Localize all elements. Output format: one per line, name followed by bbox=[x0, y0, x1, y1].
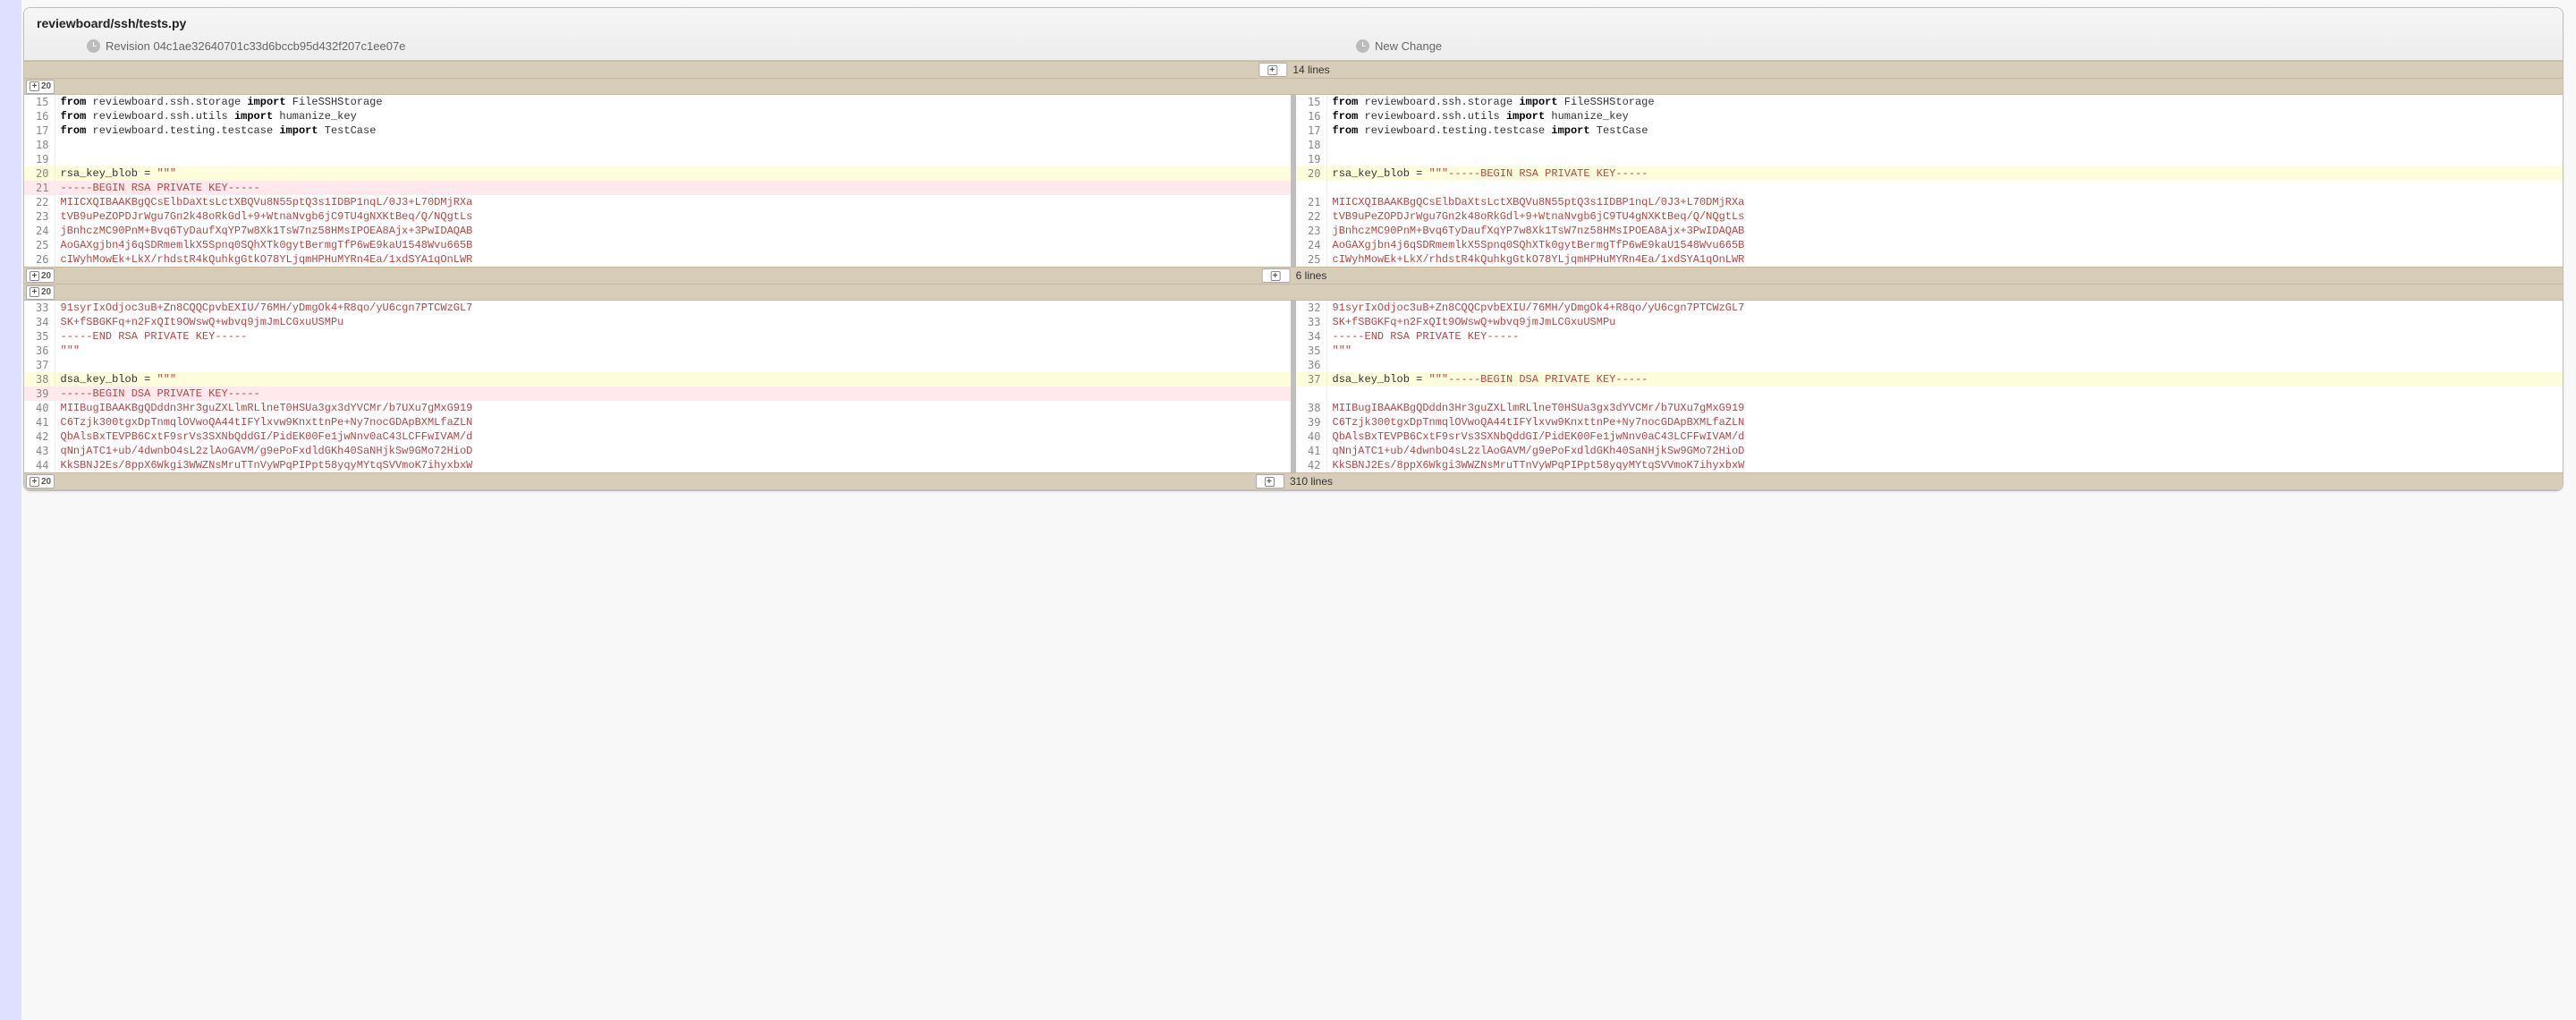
selection-strip bbox=[0, 0, 21, 1020]
diff-row: 17 from reviewboard.testing.testcase imp… bbox=[24, 123, 2563, 138]
file-path: reviewboard/ssh/tests.py bbox=[24, 8, 2563, 36]
collapsed-lines-count: 14 lines bbox=[1292, 64, 1329, 76]
collapsed-region: +20 + 310 lines bbox=[24, 472, 2563, 490]
diff-row: 3391syrIxOdjoc3uB+Zn8CQQCpvbEXIU/76MH/yD… bbox=[24, 301, 2563, 315]
diff-row: 35-----END RSA PRIVATE KEY-----34-----EN… bbox=[24, 329, 2563, 344]
expand-button[interactable]: + bbox=[1256, 474, 1284, 489]
diff-table: 15 from reviewboard.ssh.storage import F… bbox=[24, 95, 2563, 267]
expand-20-button[interactable]: +20 bbox=[26, 285, 55, 300]
expand-button[interactable]: + bbox=[1258, 63, 1287, 77]
revision-left-label: Revision 04c1ae32640701c33d6bccb95d432f2… bbox=[106, 39, 405, 53]
diff-row: 37 36 bbox=[24, 358, 2563, 372]
diff-row: 38 dsa_key_blob = """ 37 dsa_key_blob = … bbox=[24, 372, 2563, 387]
diff-row: 41C6Tzjk300tgxDpTnmqlOVwoQA44tIFYlxvw9Kn… bbox=[24, 415, 2563, 429]
diff-row: 34SK+fSBGKFq+n2FxQIt9OWswQ+wbvq9jmJmLCGx… bbox=[24, 315, 2563, 329]
diff-row: 44KkSBNJ2Es/8ppX6Wkgi3WWZNsMruTTnVyWPqPI… bbox=[24, 458, 2563, 472]
code-right[interactable]: from reviewboard.ssh.storage import File… bbox=[1326, 95, 2563, 109]
diff-row: 39 -----BEGIN DSA PRIVATE KEY----- bbox=[24, 387, 2563, 401]
revision-left: Revision 04c1ae32640701c33d6bccb95d432f2… bbox=[24, 39, 1293, 53]
expand-button[interactable]: + bbox=[1262, 268, 1291, 283]
file-header: reviewboard/ssh/tests.py Revision 04c1ae… bbox=[24, 8, 2563, 61]
diff-table: 3391syrIxOdjoc3uB+Zn8CQQCpvbEXIU/76MH/yD… bbox=[24, 301, 2563, 472]
diff-row: 26cIWyhMowEk+LkX/rhdstR4kQuhkgGtkO78YLjq… bbox=[24, 252, 2563, 267]
revision-icon bbox=[87, 39, 100, 53]
expand-20-button[interactable]: +20 bbox=[26, 268, 55, 283]
diff-row: 23tVB9uPeZOPDJrWgu7Gn2k48oRkGdl+9+WtnaNv… bbox=[24, 209, 2563, 224]
diff-row: 16 from reviewboard.ssh.utils import hum… bbox=[24, 109, 2563, 123]
collapsed-lines-count: 6 lines bbox=[1296, 269, 1327, 282]
diff-row: 19 19 bbox=[24, 152, 2563, 166]
diff-row: 40MIIBugIBAAKBgQDddn3Hr3guZXLlmRLlneT0HS… bbox=[24, 401, 2563, 415]
diff-row: 18 18 bbox=[24, 138, 2563, 152]
revision-right-label: New Change bbox=[1375, 39, 1442, 53]
collapsed-region: + 14 lines bbox=[24, 61, 2563, 79]
diff-row: 42QbAlsBxTEVPB6CxtF9srVs3SXNbQddGI/PidEK… bbox=[24, 429, 2563, 444]
diff-row: 22MIICXQIBAAKBgQCsElbDaXtsLctXBQVu8N55pt… bbox=[24, 195, 2563, 209]
revision-row: Revision 04c1ae32640701c33d6bccb95d432f2… bbox=[24, 36, 2563, 60]
collapsed-region: +20 + 6 lines bbox=[24, 267, 2563, 285]
diff-row: 15 from reviewboard.ssh.storage import F… bbox=[24, 95, 2563, 109]
expand-20-button[interactable]: +20 bbox=[26, 80, 55, 94]
expand-bar: +20 bbox=[24, 285, 2563, 301]
diff-row: 36"""35""" bbox=[24, 344, 2563, 358]
expand-20-button[interactable]: +20 bbox=[26, 474, 55, 489]
diff-row: 20 rsa_key_blob = """ 20 rsa_key_blob = … bbox=[24, 166, 2563, 181]
diff-file: reviewboard/ssh/tests.py Revision 04c1ae… bbox=[23, 7, 2563, 491]
line-number-left[interactable]: 15 bbox=[24, 95, 55, 109]
code-left[interactable]: from reviewboard.ssh.storage import File… bbox=[55, 95, 1291, 109]
collapsed-lines-count: 310 lines bbox=[1290, 475, 1333, 488]
expand-bar: +20 bbox=[24, 79, 2563, 95]
diff-row: 25AoGAXgjbn4j6qSDRmemlkX5Spnq0SQhXTk0gyt… bbox=[24, 238, 2563, 252]
diff-row: 43qNnjATC1+ub/4dwnbO4sL2zlAoGAVM/g9ePoFx… bbox=[24, 444, 2563, 458]
revision-right: New Change bbox=[1293, 39, 2563, 53]
diff-row: 24jBnhczMC90PnM+Bvq6TyDaufXqYP7w8Xk1TsW7… bbox=[24, 224, 2563, 238]
revision-icon bbox=[1356, 39, 1369, 53]
line-number-right[interactable]: 15 bbox=[1296, 95, 1326, 109]
diff-row: 21 -----BEGIN RSA PRIVATE KEY----- bbox=[24, 181, 2563, 195]
